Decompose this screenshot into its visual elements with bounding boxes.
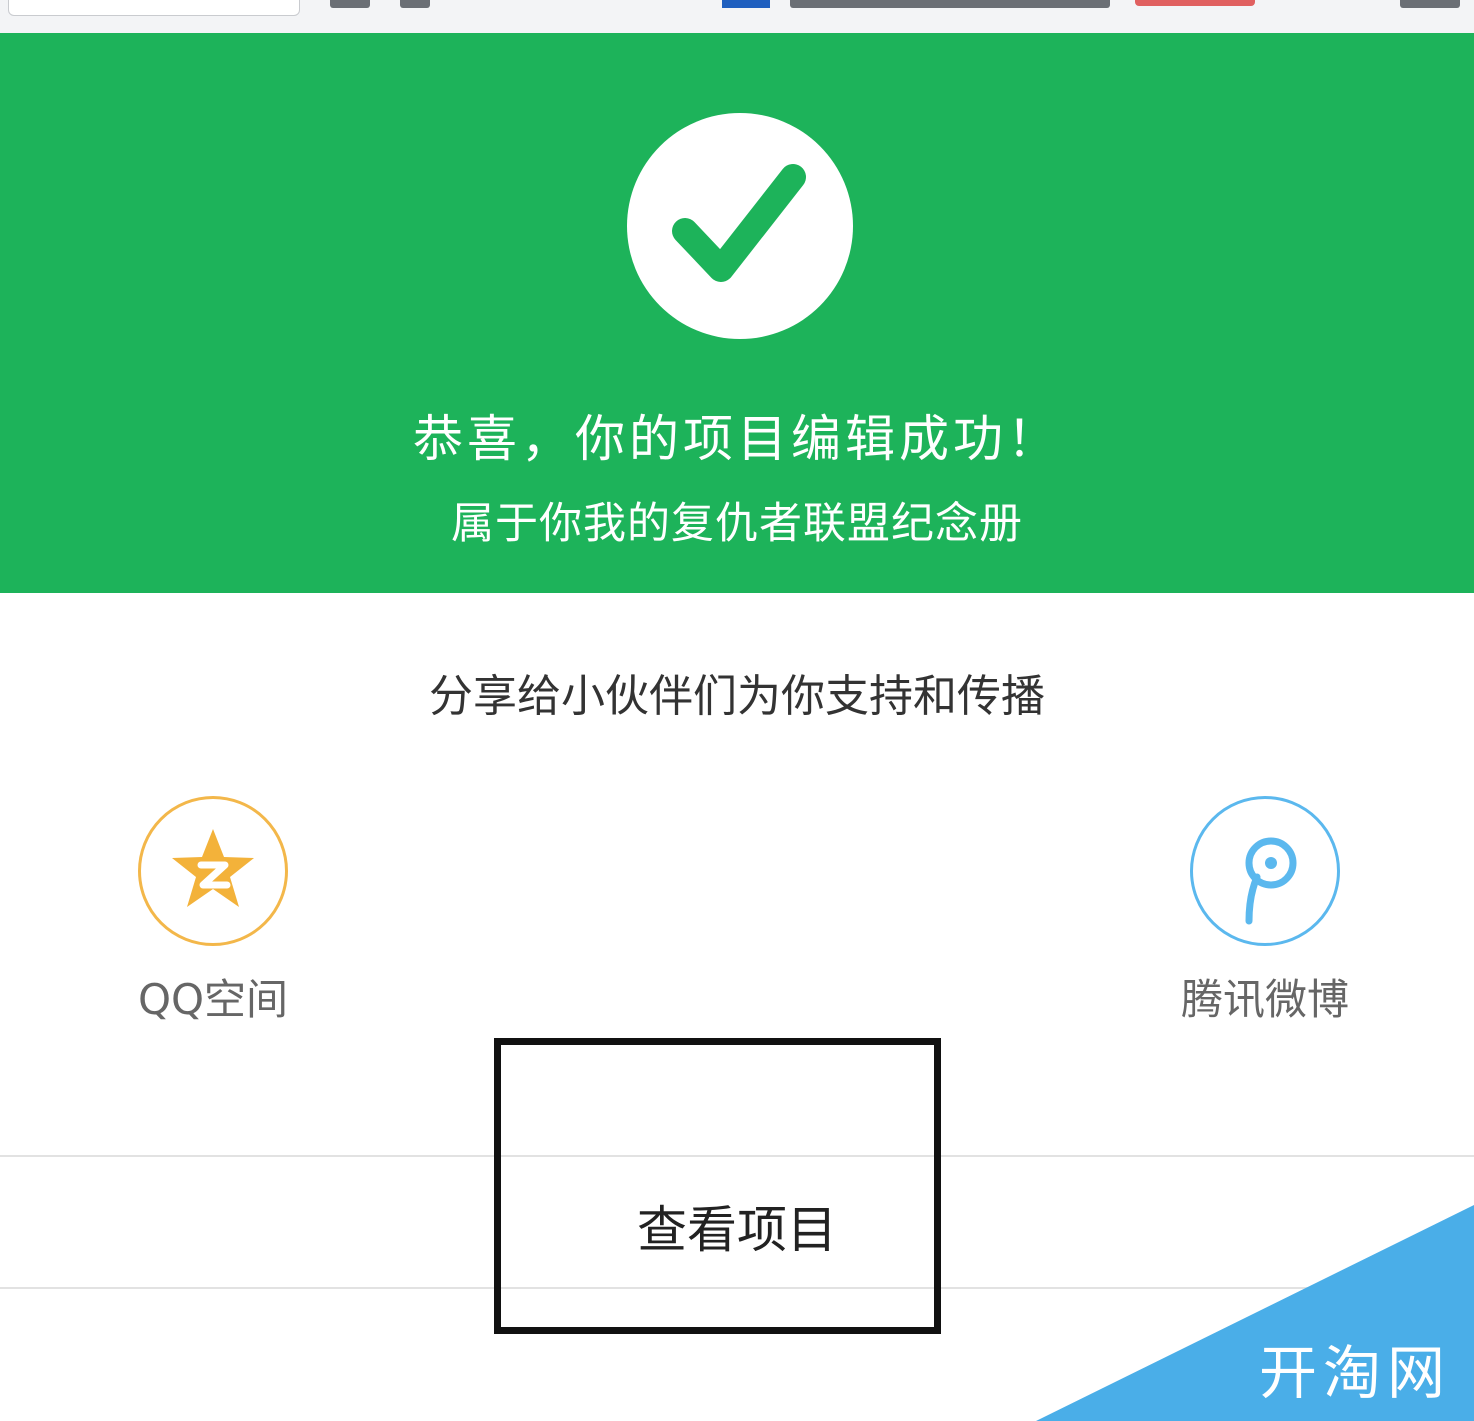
browser-red-fragment bbox=[1135, 0, 1255, 6]
watermark-logo-text: 开淘网 bbox=[1258, 1339, 1451, 1407]
success-banner: 恭喜，你的项目编辑成功！ 属于你我的复仇者联盟纪念册 bbox=[0, 33, 1474, 593]
site-favicon-icon bbox=[722, 0, 770, 8]
success-check-icon bbox=[627, 113, 853, 339]
browser-address-fragment bbox=[330, 0, 370, 8]
browser-address-fragment bbox=[1400, 0, 1460, 8]
share-qzone-label: QQ空间 bbox=[137, 975, 289, 1024]
success-title: 恭喜，你的项目编辑成功！ bbox=[413, 410, 1061, 468]
browser-tab[interactable] bbox=[8, 0, 300, 16]
share-tencent-weibo-label: 腾讯微博 bbox=[1180, 975, 1349, 1024]
share-qzone-button[interactable]: QQ空间 bbox=[98, 796, 328, 1027]
browser-address-fragment bbox=[400, 0, 430, 8]
share-success-page: 恭喜，你的项目编辑成功！ 属于你我的复仇者联盟纪念册 分享给小伙伴们为你支持和传… bbox=[0, 0, 1474, 1421]
qzone-star-icon bbox=[138, 796, 288, 946]
browser-toolbar-strip bbox=[0, 0, 1474, 34]
browser-page-title-fragment bbox=[790, 0, 1110, 8]
share-tencent-weibo-button[interactable]: 腾讯微博 bbox=[1150, 796, 1380, 1027]
divider bbox=[0, 1287, 1474, 1289]
tencent-weibo-icon bbox=[1190, 796, 1340, 946]
share-heading: 分享给小伙伴们为你支持和传播 bbox=[429, 671, 1045, 722]
project-name: 属于你我的复仇者联盟纪念册 bbox=[451, 499, 1023, 549]
view-project-label: 查看项目 bbox=[637, 1201, 837, 1259]
